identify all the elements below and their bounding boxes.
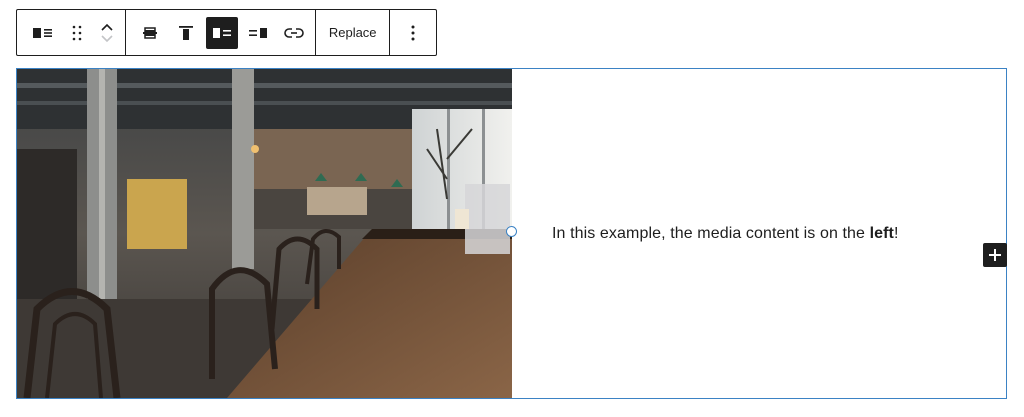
content-paragraph[interactable]: In this example, the media content is on… [552,225,899,243]
link-button[interactable] [278,17,310,49]
text-content-area[interactable]: In this example, the media content is on… [512,69,1006,398]
paragraph-bold-word: left [869,224,894,242]
media-right-icon [248,27,267,38]
replace-group: Replace [316,10,391,55]
drag-handle[interactable] [65,17,89,49]
media-left-button[interactable] [205,16,238,49]
media-right-button[interactable] [242,17,274,49]
paragraph-text-start: In this example, the media content is on… [552,224,870,242]
media-left-icon [212,27,231,38]
link-icon [283,27,304,38]
block-mover [95,13,119,53]
paragraph-text-end: ! [893,224,899,242]
cafe-interior-image[interactable] [17,69,512,398]
add-block-button[interactable] [983,243,1007,267]
media-text-block[interactable]: In this example, the media content is on… [16,68,1007,399]
alignment-group [126,10,317,55]
cafe-photo [17,69,512,398]
drag-handle-icon [72,25,82,40]
block-type-button[interactable] [27,17,59,49]
align-center-icon [142,26,157,39]
move-down-icon[interactable] [100,34,114,43]
media-text-block-icon [33,27,52,38]
add-block-icon [989,249,1001,261]
more-options-icon [411,25,415,40]
block-toolbar: Replace [16,9,437,56]
align-top-icon [178,25,193,40]
align-top-button[interactable] [170,17,202,49]
move-up-icon[interactable] [100,23,114,32]
more-options-button[interactable] [397,17,429,49]
align-center-button[interactable] [134,17,166,49]
options-group [390,10,436,55]
replace-button[interactable]: Replace [325,25,381,40]
block-switcher-group [17,10,126,55]
